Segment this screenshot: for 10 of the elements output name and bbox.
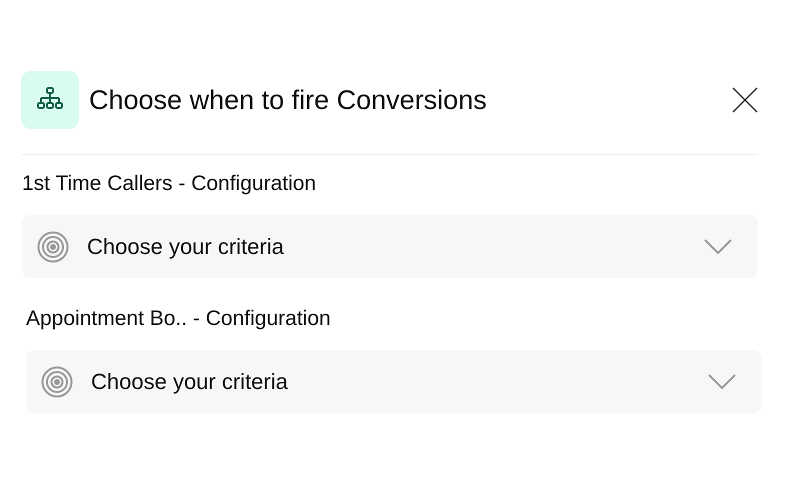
criteria-select[interactable]: Choose your criteria [22, 215, 758, 278]
section-label: Appointment Bo.. - Configuration [26, 306, 332, 332]
target-icon [37, 230, 69, 262]
chevron-down-icon [704, 238, 732, 254]
section-label: 1st Time Callers - Configuration [22, 171, 318, 197]
chevron-down-icon [708, 374, 736, 390]
target-icon [41, 366, 73, 398]
close-button[interactable] [732, 87, 758, 113]
criteria-select[interactable]: Choose your criteria [26, 350, 762, 413]
dialog-title: Choose when to fire Conversions [89, 84, 487, 117]
